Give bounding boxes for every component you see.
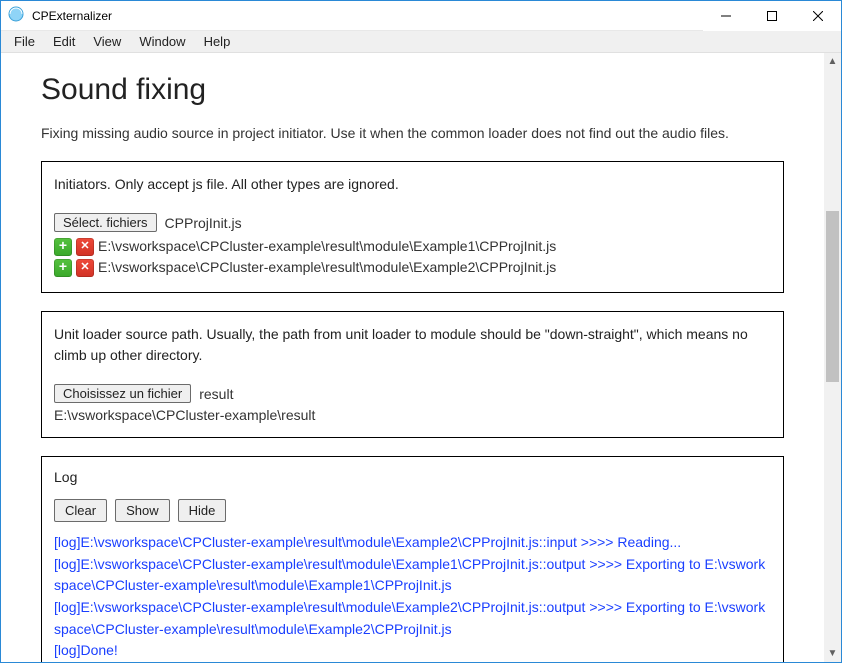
menu-view[interactable]: View: [84, 32, 130, 51]
add-icon[interactable]: [54, 259, 72, 277]
page-subtitle: Fixing missing audio source in project i…: [41, 125, 784, 141]
initiators-file-row: Sélect. fichiers CPProjInit.js: [54, 213, 771, 232]
panel-initiators: Initiators. Only accept js file. All oth…: [41, 161, 784, 293]
minimize-button[interactable]: [703, 1, 749, 31]
menu-edit[interactable]: Edit: [44, 32, 84, 51]
scrollbar-thumb[interactable]: [826, 211, 839, 382]
panel-log: Log Clear Show Hide [log]E:\vsworkspace\…: [41, 456, 784, 662]
titlebar: CPExternalizer: [1, 1, 841, 31]
delete-icon[interactable]: [76, 238, 94, 256]
menu-window[interactable]: Window: [130, 32, 194, 51]
select-files-button[interactable]: Sélect. fichiers: [54, 213, 157, 232]
log-entry: [log]E:\vsworkspace\CPCluster-example\re…: [54, 597, 771, 640]
menu-file[interactable]: File: [5, 32, 44, 51]
initiator-path: E:\vsworkspace\CPCluster-example\result\…: [98, 257, 556, 278]
initiator-path: E:\vsworkspace\CPCluster-example\result\…: [98, 236, 556, 257]
content: Sound fixing Fixing missing audio source…: [1, 53, 824, 662]
app-window: CPExternalizer File Edit View Window Hel…: [0, 0, 842, 663]
loader-file-row: Choisissez un fichier result: [54, 384, 771, 403]
initiator-path-row: E:\vsworkspace\CPCluster-example\result\…: [54, 257, 771, 278]
log-buttons: Clear Show Hide: [54, 499, 771, 522]
menu-help[interactable]: Help: [195, 32, 240, 51]
loader-chosen-label: result: [199, 386, 233, 402]
window-title: CPExternalizer: [32, 9, 112, 23]
log-entry: [log]E:\vsworkspace\CPCluster-example\re…: [54, 554, 771, 597]
panel-loader: Unit loader source path. Usually, the pa…: [41, 311, 784, 438]
page-title: Sound fixing: [41, 73, 784, 107]
close-button[interactable]: [795, 1, 841, 31]
initiator-path-row: E:\vsworkspace\CPCluster-example\result\…: [54, 236, 771, 257]
client-area: Sound fixing Fixing missing audio source…: [1, 53, 841, 662]
selected-filename: CPProjInit.js: [165, 215, 242, 231]
scroll-up-arrow[interactable]: ▲: [824, 53, 841, 70]
delete-icon[interactable]: [76, 259, 94, 277]
maximize-button[interactable]: [749, 1, 795, 31]
log-clear-button[interactable]: Clear: [54, 499, 107, 522]
app-icon: [8, 6, 24, 25]
vertical-scrollbar[interactable]: ▲ ▼: [824, 53, 841, 662]
loader-chosen-path: E:\vsworkspace\CPCluster-example\result: [54, 407, 771, 423]
loader-desc: Unit loader source path. Usually, the pa…: [54, 324, 771, 366]
log-label: Log: [54, 469, 771, 485]
log-hide-button[interactable]: Hide: [178, 499, 227, 522]
initiators-desc: Initiators. Only accept js file. All oth…: [54, 174, 771, 195]
scroll-down-arrow[interactable]: ▼: [824, 645, 841, 662]
log-entry: [log]Done!: [54, 640, 771, 662]
menubar: File Edit View Window Help: [1, 31, 841, 53]
add-icon[interactable]: [54, 238, 72, 256]
choose-file-button[interactable]: Choisissez un fichier: [54, 384, 191, 403]
log-entry: [log]E:\vsworkspace\CPCluster-example\re…: [54, 532, 771, 554]
log-show-button[interactable]: Show: [115, 499, 170, 522]
